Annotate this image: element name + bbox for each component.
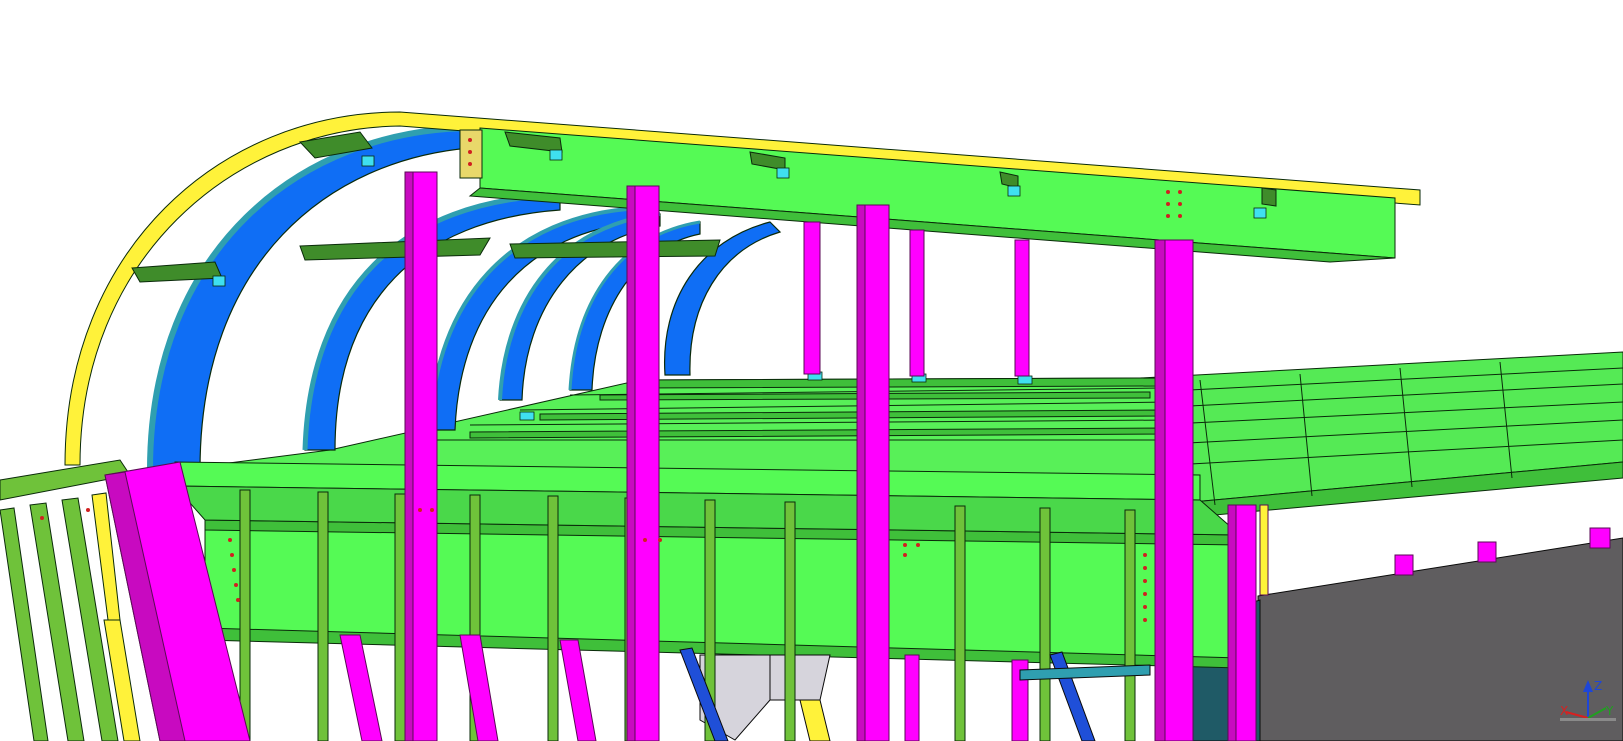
model-canvas[interactable]: Z X Y — [0, 0, 1623, 741]
y-axis-label: Y — [1605, 704, 1614, 718]
3d-model-viewport[interactable]: Z X Y — [0, 0, 1623, 741]
axis-base-icon — [1560, 718, 1616, 721]
x-axis-label: X — [1560, 704, 1568, 718]
z-axis-label: Z — [1594, 679, 1602, 693]
